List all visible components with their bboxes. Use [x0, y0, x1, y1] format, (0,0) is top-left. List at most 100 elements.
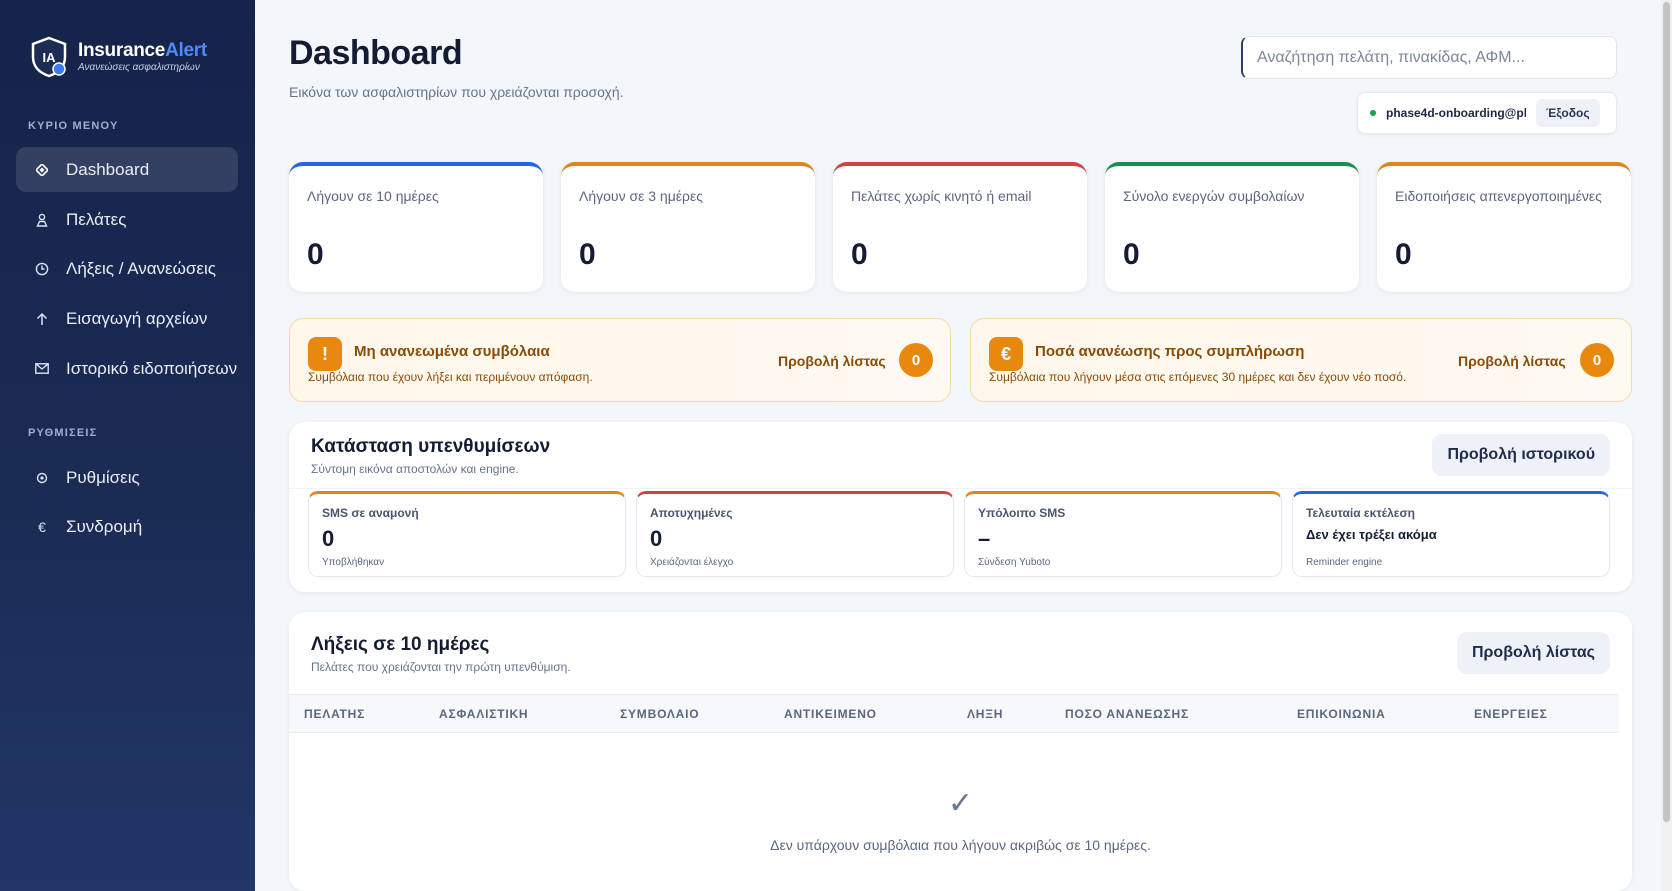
mini-value: 0	[322, 526, 335, 551]
mini-value: –	[978, 526, 991, 551]
sidebar-item-label: Εισαγωγή αρχείων	[66, 308, 208, 328]
panel-title: Λήξεις σε 10 ημέρες	[311, 634, 490, 655]
column-header-object[interactable]: ΑΝΤΙΚΕΙΜΕΝΟ	[784, 707, 877, 721]
empty-state-text: Δεν υπάρχουν συμβόλαια που λήγουν ακριβώ…	[770, 837, 1151, 853]
stat-card-clients-no-contact[interactable]: Πελάτες χωρίς κινητό ή email 0	[833, 162, 1087, 292]
mini-label: Υπόλοιπο SMS	[978, 506, 1066, 520]
clock-icon	[32, 262, 52, 276]
mail-icon	[32, 363, 52, 374]
stat-card-expiring-3-days[interactable]: Λήγουν σε 3 ημέρες 0	[561, 162, 815, 292]
sidebar-item-clients[interactable]: Πελάτες	[16, 197, 238, 242]
mini-card-sms-pending: SMS σε αναμονή 0 Υποβλήθηκαν	[308, 491, 626, 577]
sidebar-item-label: Ιστορικό ειδοποιήσεων	[66, 358, 238, 378]
stat-card-expiring-10-days[interactable]: Λήγουν σε 10 ημέρες 0	[289, 162, 543, 292]
warning-icon: !	[308, 337, 342, 371]
user-email: phase4d-onboarding@pha...	[1386, 106, 1526, 120]
view-list-button[interactable]: Προβολή λίστας	[1456, 632, 1610, 674]
mini-card-failed: Αποτυχημένες 0 Χρειάζονται έλεγχο	[636, 491, 954, 577]
count-badge: 0	[1580, 343, 1614, 377]
panel-title: Κατάσταση υπενθυμίσεων	[311, 436, 551, 457]
column-header-actions[interactable]: ΕΝΕΡΓΕΙΕΣ	[1474, 707, 1548, 721]
main-content: Dashboard Εικόνα των ασφαλιστηρίων που χ…	[255, 0, 1672, 891]
alert-renewal-amounts: € Ποσά ανανέωσης προς συμπλήρωση Συμβόλα…	[970, 318, 1632, 402]
stat-value: 0	[579, 238, 596, 271]
mini-label: SMS σε αναμονή	[322, 506, 419, 520]
stat-value: 0	[1123, 238, 1140, 271]
stat-card-active-contracts[interactable]: Σύνολο ενεργών συμβολαίων 0	[1105, 162, 1359, 292]
mini-value: Δεν έχει τρέξει ακόμα	[1306, 527, 1437, 542]
expiries-panel: Λήξεις σε 10 ημέρες Πελάτες που χρειάζον…	[289, 612, 1632, 891]
online-status-dot	[1370, 110, 1376, 116]
logout-button[interactable]: Έξοδος	[1536, 99, 1600, 127]
sidebar-item-settings[interactable]: Ρυθμίσεις	[16, 455, 238, 500]
stat-label: Ειδοποιήσεις απενεργοποιημένες	[1395, 188, 1602, 204]
svg-text:IA: IA	[43, 50, 57, 65]
page-subtitle: Εικόνα των ασφαλιστηρίων που χρειάζονται…	[289, 84, 624, 100]
app-tagline: Ανανεώσεις ασφαλιστηρίων	[78, 62, 200, 73]
person-icon	[32, 213, 52, 227]
nav-section-main: ΚΥΡΙΟ ΜΕΝΟΥ	[28, 120, 119, 132]
sidebar: IA InsuranceAlert Ανανεώσεις ασφαλιστηρί…	[0, 0, 255, 891]
alert-subtitle: Συμβόλαια που λήγουν μέσα στις επόμενες …	[989, 370, 1407, 384]
diamond-icon	[32, 163, 52, 176]
sidebar-item-label: Dashboard	[66, 159, 150, 179]
gear-icon	[32, 471, 52, 485]
mini-note: Reminder engine	[1306, 557, 1383, 568]
page-scrollbar[interactable]	[1661, 0, 1672, 891]
mini-note: Χρειάζονται έλεγχο	[650, 557, 734, 568]
stat-value: 0	[1395, 238, 1412, 271]
panel-subtitle: Σύντομη εικόνα αποστολών και engine.	[311, 462, 519, 476]
alert-subtitle: Συμβόλαια που έχουν λήξει και περιμένουν…	[308, 370, 593, 384]
reminder-status-panel: Κατάσταση υπενθυμίσεων Σύντομη εικόνα απ…	[289, 422, 1632, 592]
mini-card-sms-balance: Υπόλοιπο SMS – Σύνδεση Yuboto	[964, 491, 1282, 577]
upload-arrow-icon	[32, 312, 52, 326]
nav-section-settings: ΡΥΘΜΙΣΕΙΣ	[28, 427, 98, 439]
stat-value: 0	[307, 238, 324, 271]
shield-logo-icon: IA	[30, 36, 68, 78]
sidebar-item-import[interactable]: Εισαγωγή αρχείων	[16, 296, 238, 341]
page-title: Dashboard	[289, 34, 463, 72]
app-name: InsuranceAlert	[78, 40, 207, 61]
stat-value: 0	[851, 238, 868, 271]
table-header: ΠΕΛΑΤΗΣ ΑΣΦΑΛΙΣΤΙΚΗ ΣΥΜΒΟΛΑΙΟ ΑΝΤΙΚΕΙΜΕΝ…	[289, 694, 1619, 733]
stat-label: Σύνολο ενεργών συμβολαίων	[1123, 188, 1305, 204]
mini-note: Σύνδεση Yuboto	[978, 557, 1051, 568]
column-header-client[interactable]: ΠΕΛΑΤΗΣ	[304, 707, 365, 721]
euro-icon: €	[989, 337, 1023, 371]
column-header-renewal-amount[interactable]: ΠΟΣΟ ΑΝΑΝΕΩΣΗΣ	[1065, 707, 1189, 721]
alert-unrenewed-contracts: ! Μη ανανεωμένα συμβόλαια Συμβόλαια που …	[289, 318, 951, 402]
stat-label: Λήγουν σε 10 ημέρες	[307, 188, 439, 204]
sidebar-item-expiries[interactable]: Λήξεις / Ανανεώσεις	[16, 246, 238, 291]
stat-label: Λήγουν σε 3 ημέρες	[579, 188, 703, 204]
sidebar-item-label: Συνδρομή	[66, 516, 143, 536]
sidebar-item-dashboard[interactable]: Dashboard	[16, 147, 238, 192]
column-header-expiry[interactable]: ΛΗΞΗ	[967, 707, 1003, 721]
panel-subtitle: Πελάτες που χρειάζονται την πρώτη υπενθύ…	[311, 660, 571, 674]
stat-label: Πελάτες χωρίς κινητό ή email	[851, 188, 1032, 204]
scrollbar-thumb[interactable]	[1663, 2, 1670, 822]
count-badge: 0	[899, 343, 933, 377]
user-box: phase4d-onboarding@pha... Έξοδος	[1357, 92, 1617, 134]
view-history-button[interactable]: Προβολή ιστορικού	[1432, 434, 1610, 476]
sidebar-item-subscription[interactable]: € Συνδρομή	[16, 504, 238, 549]
mini-label: Αποτυχημένες	[650, 506, 733, 520]
sidebar-item-label: Πελάτες	[66, 209, 127, 229]
euro-icon: €	[38, 518, 46, 535]
column-header-insurer[interactable]: ΑΣΦΑΛΙΣΤΙΚΗ	[439, 707, 528, 721]
checkmark-icon: ✓	[947, 787, 974, 820]
mini-note: Υποβλήθηκαν	[322, 557, 385, 568]
alert-title: Μη ανανεωμένα συμβόλαια	[354, 343, 550, 360]
divider	[289, 488, 1632, 489]
view-list-link[interactable]: Προβολή λίστας	[1458, 353, 1566, 369]
search-input[interactable]	[1241, 36, 1617, 79]
column-header-contract[interactable]: ΣΥΜΒΟΛΑΙΟ	[620, 707, 699, 721]
mini-value: 0	[650, 526, 663, 551]
app-logo[interactable]: IA InsuranceAlert Ανανεώσεις ασφαλιστηρί…	[30, 36, 207, 78]
view-list-link[interactable]: Προβολή λίστας	[778, 353, 886, 369]
stat-card-notifications-disabled[interactable]: Ειδοποιήσεις απενεργοποιημένες 0	[1377, 162, 1631, 292]
sidebar-item-notifications[interactable]: Ιστορικό ειδοποιήσεων	[16, 346, 238, 391]
column-header-contact[interactable]: ΕΠΙΚΟΙΝΩΝΙΑ	[1297, 707, 1386, 721]
alert-title: Ποσά ανανέωσης προς συμπλήρωση	[1035, 343, 1305, 360]
mini-card-last-run: Τελευταία εκτέλεση Δεν έχει τρέξει ακόμα…	[1292, 491, 1610, 577]
mini-label: Τελευταία εκτέλεση	[1306, 506, 1415, 520]
